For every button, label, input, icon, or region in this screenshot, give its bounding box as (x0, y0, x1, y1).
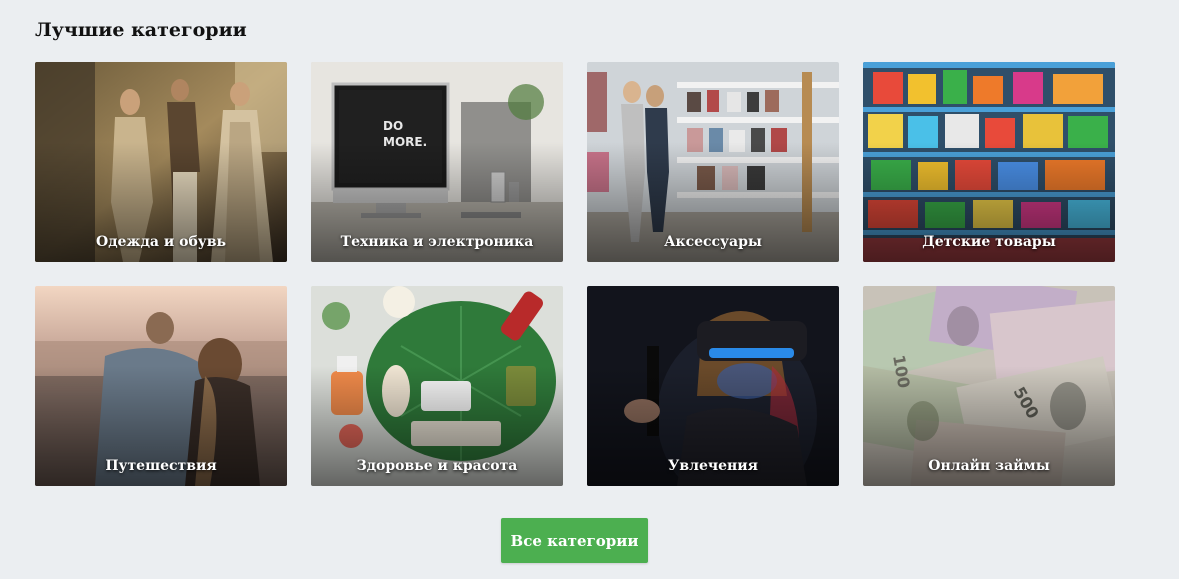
category-card-accessories[interactable]: Аксессуары (587, 62, 839, 262)
category-label: Путешествия (105, 458, 217, 474)
category-label: Здоровье и красота (356, 458, 518, 474)
section-title: Лучшие категории (35, 19, 247, 41)
categories-grid: Одежда и обувь DO MORE. Техника и электр… (35, 62, 1115, 486)
category-card-kids[interactable]: Детские товары (863, 62, 1115, 262)
category-label: Детские товары (922, 234, 1056, 250)
category-label: Аксессуары (664, 234, 762, 250)
category-label: Одежда и обувь (96, 234, 226, 250)
category-card-hobbies[interactable]: Увлечения (587, 286, 839, 486)
category-label: Увлечения (668, 458, 758, 474)
category-card-online-loans[interactable]: 100 500 Онлайн займы (863, 286, 1115, 486)
category-card-health-beauty[interactable]: Здоровье и красота (311, 286, 563, 486)
category-label: Онлайн займы (928, 458, 1050, 474)
category-label: Техника и электроника (340, 234, 534, 250)
all-categories-button[interactable]: Все категории (501, 518, 648, 563)
category-card-electronics[interactable]: DO MORE. Техника и электроника (311, 62, 563, 262)
category-card-clothing[interactable]: Одежда и обувь (35, 62, 287, 262)
category-card-travel[interactable]: Путешествия (35, 286, 287, 486)
